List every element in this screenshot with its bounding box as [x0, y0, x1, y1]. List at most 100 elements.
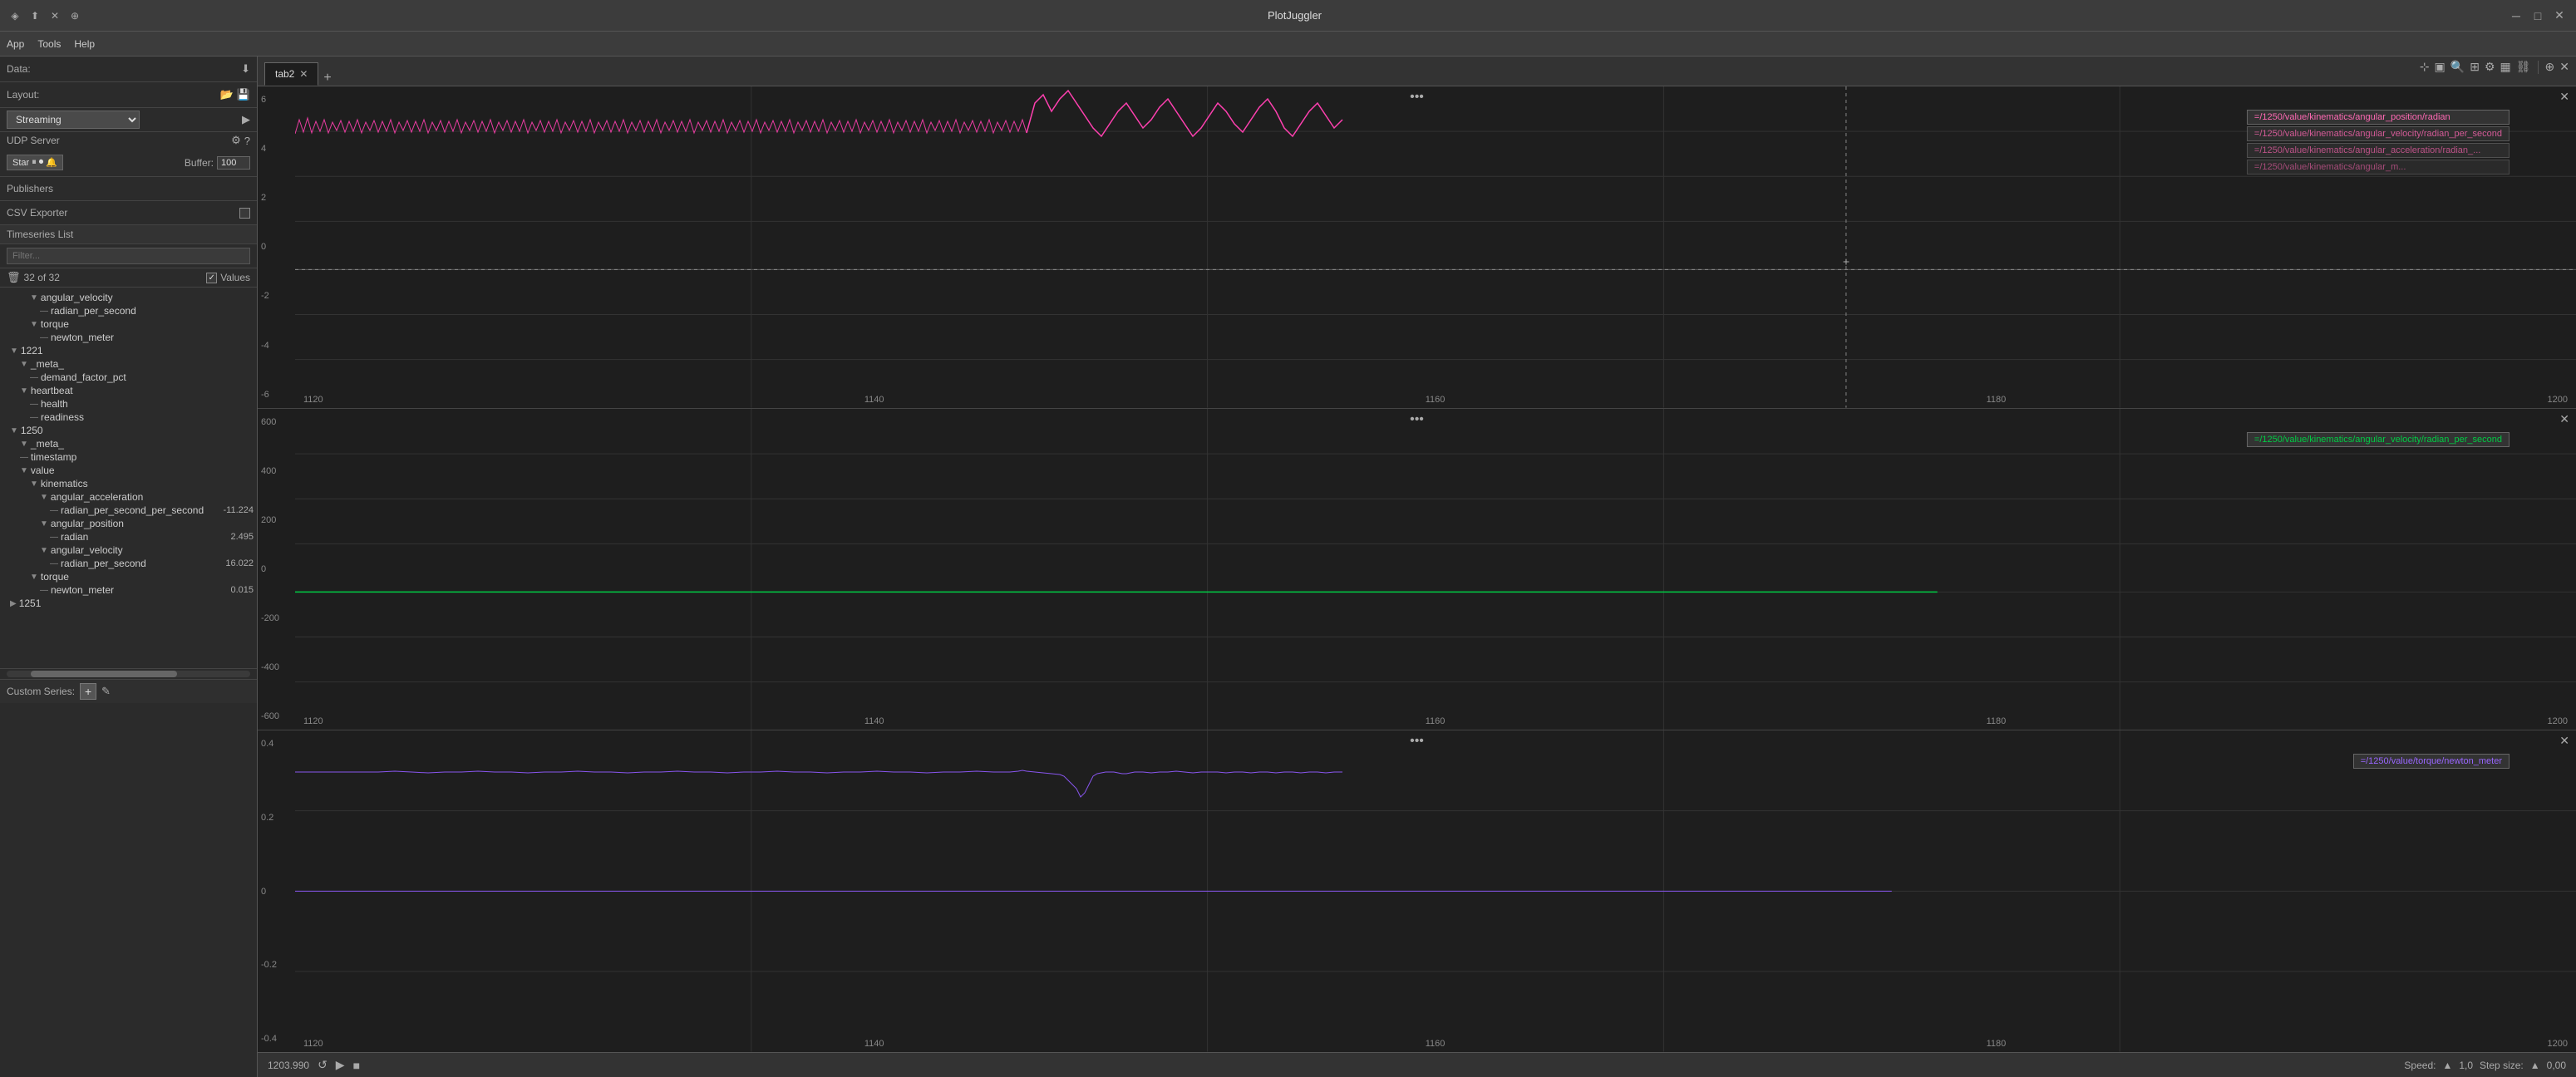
list-item[interactable]: — radian_per_second 16.022	[0, 557, 257, 570]
buffer-input[interactable]	[217, 156, 250, 170]
plot-chart-1[interactable]: ✕ ••• =/1250/value/kinematics/angular_po…	[258, 86, 2576, 409]
custom-series-label: Custom Series:	[7, 686, 75, 697]
count-row: 🗑 32 of 32 Values	[0, 268, 257, 288]
udp-question-icon[interactable]: ?	[244, 135, 250, 147]
list-item[interactable]: ▼ angular_acceleration	[0, 490, 257, 504]
count-label: 32 of 32	[24, 272, 60, 283]
csv-exporter-label[interactable]: CSV Exporter	[7, 207, 67, 219]
streaming-arrow-icon[interactable]: ▶	[242, 113, 250, 126]
plot-chart-3[interactable]: ✕ ••• =/1250/value/torque/newton_meter 0…	[258, 730, 2576, 1052]
minimize-btn[interactable]: ─	[2508, 7, 2524, 24]
settings-icon[interactable]: ⚙	[2485, 60, 2495, 74]
menu-help[interactable]: Help	[74, 38, 95, 50]
plot3-close-btn[interactable]: ✕	[2559, 734, 2569, 748]
speed-up-icon[interactable]: ▲	[2442, 1060, 2452, 1071]
filter-input[interactable]	[7, 248, 250, 264]
load-layout-icon[interactable]: 📂	[220, 88, 234, 101]
list-item[interactable]: — newton_meter 0.015	[0, 583, 257, 597]
csv-checkbox[interactable]	[239, 208, 250, 219]
zoom-icon[interactable]: 🔍	[2450, 60, 2465, 74]
step-up-icon[interactable]: ▲	[2530, 1060, 2540, 1071]
list-item[interactable]: — radian_per_second	[0, 304, 257, 317]
plot3-more-btn[interactable]: •••	[1410, 734, 1424, 749]
custom-series-area	[0, 703, 257, 1077]
delete-icon[interactable]: 🗑	[7, 271, 21, 284]
tab-tab2[interactable]: tab2 ✕	[264, 62, 318, 86]
layout-label: Layout:	[7, 89, 39, 101]
plot1-svg: +	[295, 86, 2576, 408]
plot-chart-2[interactable]: ✕ ••• =/1250/value/kinematics/angular_ve…	[258, 409, 2576, 731]
list-item[interactable]: ▼ heartbeat	[0, 384, 257, 397]
move-icon[interactable]: ⊹	[2420, 60, 2430, 74]
list-item[interactable]: — radian 2.495	[0, 530, 257, 543]
publishers-label[interactable]: Publishers	[7, 183, 53, 194]
start-button[interactable]: Star ⏸ ⏺ 🔔	[7, 155, 63, 170]
list-item[interactable]: ▼ _meta_	[0, 357, 257, 371]
app-icon2: ⬆	[28, 9, 42, 22]
loop-icon[interactable]: ↺	[318, 1058, 328, 1072]
menu-tools[interactable]: Tools	[37, 38, 61, 50]
add-plot-icon[interactable]: ⊕	[2545, 60, 2555, 74]
plot2-close-btn[interactable]: ✕	[2559, 412, 2569, 426]
close-plot-icon[interactable]: ✕	[2559, 60, 2569, 74]
edit-custom-series-icon[interactable]: ✎	[101, 685, 111, 698]
list-item[interactable]: ▼ angular_velocity	[0, 543, 257, 557]
add-custom-series-button[interactable]: +	[80, 683, 96, 700]
udp-settings-icon[interactable]: ⚙	[231, 134, 241, 147]
maximize-btn[interactable]: □	[2529, 7, 2546, 24]
data-icon[interactable]: ⬇	[241, 62, 250, 76]
menubar: App Tools Help	[0, 32, 2576, 57]
plot1-tooltip1: =/1250/value/kinematics/angular_position…	[2247, 110, 2510, 125]
list-item[interactable]: — radian_per_second_per_second -11.224	[0, 504, 257, 517]
streaming-select[interactable]: Streaming	[7, 111, 140, 129]
values-checkbox[interactable]	[206, 273, 217, 283]
publishers-section: Publishers	[0, 177, 257, 201]
tab-close-icon[interactable]: ✕	[299, 68, 308, 80]
udp-server-label: UDP Server	[7, 135, 60, 146]
plot2-x-axis: 11201140116011801200	[295, 716, 2576, 726]
app-icon4: ⊕	[68, 9, 81, 22]
list-item[interactable]: ▶ 1251	[0, 597, 257, 610]
menu-app[interactable]: App	[7, 38, 24, 50]
main-layout: Data: ⬇ Layout: 📂 💾 Streaming ▶ UDP Serv…	[0, 57, 2576, 1077]
speed-value: 1,0	[2459, 1060, 2473, 1071]
close-btn[interactable]: ✕	[2551, 7, 2568, 24]
status-right: Speed: ▲ 1,0 Step size: ▲ 0,00	[2404, 1060, 2566, 1071]
record-icon: ⏺	[39, 157, 44, 168]
app-icon: ◈	[8, 9, 22, 22]
list-item[interactable]: ▼ angular_position	[0, 517, 257, 530]
stop-icon[interactable]: ■	[353, 1059, 360, 1072]
tree-scrollbar[interactable]	[0, 668, 257, 679]
list-item[interactable]: ▼ torque	[0, 317, 257, 331]
values-checkbox-row: Values	[206, 272, 250, 283]
separator	[2538, 61, 2539, 74]
list-item[interactable]: ▼ kinematics	[0, 477, 257, 490]
pan-icon[interactable]: ⊞	[2470, 60, 2480, 74]
list-item[interactable]: — readiness	[0, 411, 257, 424]
add-tab-button[interactable]: +	[320, 71, 334, 86]
plot1-close-btn[interactable]: ✕	[2559, 90, 2569, 104]
list-item[interactable]: ▼ 1250	[0, 424, 257, 437]
grid-icon[interactable]: ▦	[2500, 60, 2511, 74]
list-item[interactable]: ▼ value	[0, 464, 257, 477]
plot1-more-btn[interactable]: •••	[1410, 90, 1424, 105]
titlebar: ◈ ⬆ ✕ ⊕ PlotJuggler ─ □ ✕	[0, 0, 2576, 32]
save-layout-icon[interactable]: 💾	[237, 88, 250, 101]
data-section: Data: ⬇	[0, 57, 257, 82]
list-item[interactable]: ▼ 1221	[0, 344, 257, 357]
list-item[interactable]: ▼ angular_velocity	[0, 291, 257, 304]
list-item[interactable]: — newton_meter	[0, 331, 257, 344]
list-item[interactable]: — demand_factor_pct	[0, 371, 257, 384]
list-item[interactable]: — health	[0, 397, 257, 411]
start-buffer-section: Star ⏸ ⏺ 🔔 Buffer:	[0, 149, 257, 177]
list-item[interactable]: — timestamp	[0, 450, 257, 464]
plot3-x-axis: 11201140116011801200	[295, 1039, 2576, 1049]
plot2-more-btn[interactable]: •••	[1410, 412, 1424, 427]
play-icon[interactable]: ▶	[336, 1058, 345, 1072]
plot2-tooltip: =/1250/value/kinematics/angular_velocity…	[2247, 432, 2510, 447]
titlebar-left: ◈ ⬆ ✕ ⊕	[8, 9, 81, 22]
link-icon[interactable]: ⛓	[2516, 60, 2531, 74]
select-icon[interactable]: ▣	[2435, 60, 2445, 74]
list-item[interactable]: ▼ _meta_	[0, 437, 257, 450]
list-item[interactable]: ▼ torque	[0, 570, 257, 583]
